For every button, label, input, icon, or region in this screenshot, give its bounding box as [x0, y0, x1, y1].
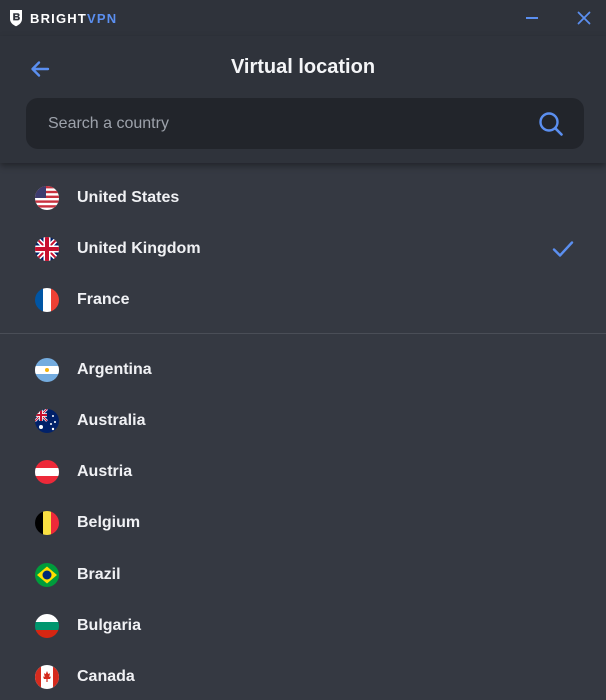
close-button[interactable] [574, 8, 594, 28]
country-row-argentina[interactable]: Argentina [0, 344, 606, 395]
country-row-australia[interactable]: Australia [0, 395, 606, 446]
argentina-flag-icon [35, 357, 59, 382]
country-name: France [77, 291, 130, 309]
country-list: United States United Kingdom France Arge… [0, 163, 606, 700]
app-logo: BRIGHTVPN [8, 9, 117, 27]
belgium-flag-icon [35, 511, 59, 536]
checkmark-icon [552, 241, 574, 257]
australia-flag-icon [35, 408, 59, 433]
brazil-flag-icon [35, 562, 59, 587]
country-name: Belgium [77, 514, 141, 532]
country-name: Australia [77, 411, 146, 429]
search-box[interactable] [26, 98, 584, 149]
country-name: United States [77, 188, 180, 206]
uk-flag-icon [35, 236, 59, 261]
country-row-bulgaria[interactable]: Bulgaria [0, 600, 606, 651]
all-locations: Argentina Australia Austria Belgium Braz… [0, 334, 606, 700]
country-name: Canada [77, 668, 135, 686]
bulgaria-flag-icon [35, 614, 59, 639]
search-input[interactable] [48, 98, 518, 149]
country-row-france[interactable]: France [0, 275, 606, 326]
recent-locations: United States United Kingdom France [0, 163, 606, 333]
search-icon[interactable] [538, 111, 564, 137]
bright-vpn-logo-icon [10, 10, 22, 27]
page-header: Virtual location [0, 36, 606, 163]
country-name: Austria [77, 463, 133, 481]
close-icon [577, 11, 591, 25]
country-row-brazil[interactable]: Brazil [0, 549, 606, 600]
country-name: Bulgaria [77, 617, 142, 635]
country-row-united-kingdom[interactable]: United Kingdom [0, 223, 606, 274]
brand-name-accent: VPN [87, 10, 118, 26]
us-flag-icon [35, 185, 59, 210]
country-row-united-states[interactable]: United States [0, 172, 606, 223]
country-row-belgium[interactable]: Belgium [0, 498, 606, 549]
country-row-canada[interactable]: Canada [0, 652, 606, 700]
austria-flag-icon [35, 460, 59, 485]
minimize-button[interactable] [522, 8, 542, 28]
country-name: Brazil [77, 565, 121, 583]
country-name: United Kingdom [77, 239, 201, 257]
canada-flag-icon [35, 665, 59, 690]
page-title: Virtual location [230, 56, 376, 78]
france-flag-icon [35, 288, 59, 313]
title-bar: BRIGHTVPN [0, 0, 606, 36]
brand-name: BRIGHTVPN [30, 11, 117, 26]
country-row-austria[interactable]: Austria [0, 446, 606, 497]
minimize-icon [526, 17, 538, 19]
brand-name-primary: BRIGHT [30, 10, 88, 26]
country-name: Argentina [77, 360, 152, 378]
